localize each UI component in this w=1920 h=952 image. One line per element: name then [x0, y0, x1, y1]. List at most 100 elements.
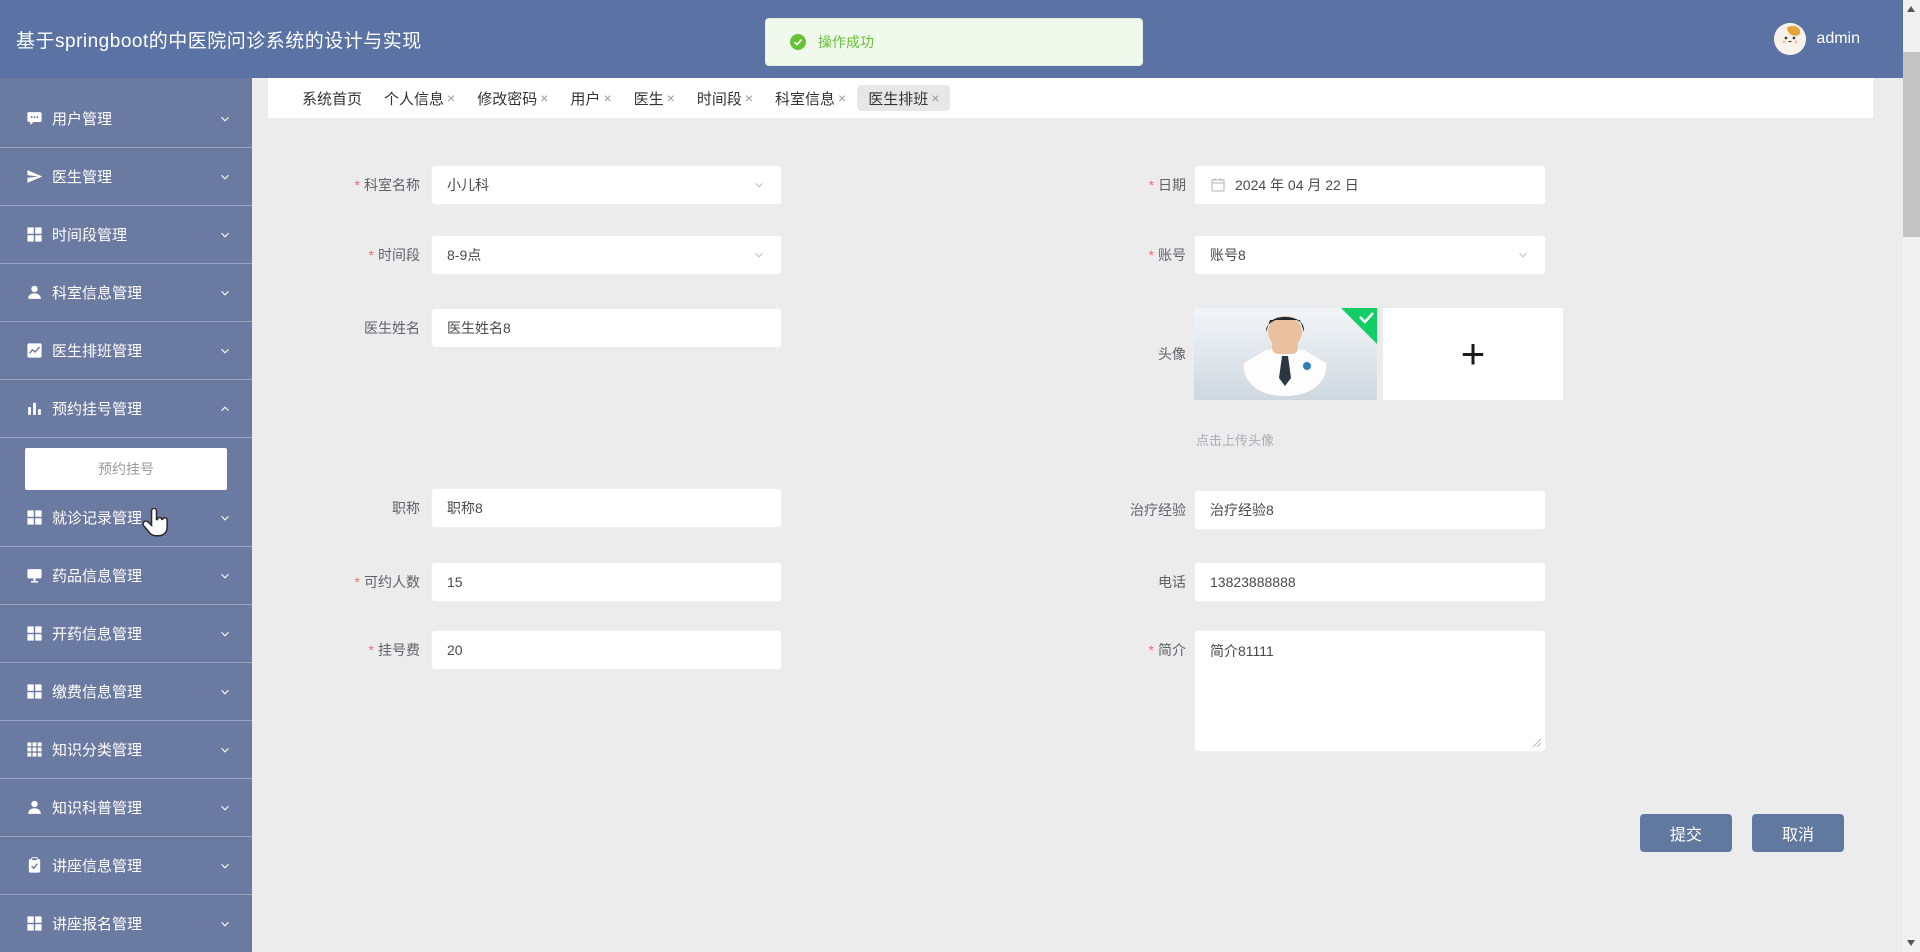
intro-textarea[interactable]: 简介81111 — [1194, 630, 1546, 752]
required-marker: * — [1148, 177, 1154, 193]
chevron-down-icon — [221, 805, 229, 811]
resize-handle-icon[interactable] — [1532, 738, 1542, 748]
chevron-down-icon — [221, 174, 229, 180]
close-icon[interactable]: × — [603, 90, 611, 106]
calendar-icon — [1211, 178, 1225, 192]
sidebar-item-drug-mgmt[interactable]: 药品信息管理 — [0, 547, 252, 605]
close-icon[interactable]: × — [745, 90, 753, 106]
sidebar-item-knowledge-category-mgmt[interactable]: 知识分类管理 — [0, 721, 252, 779]
sidebar-item-lecture-info-mgmt[interactable]: 讲座信息管理 — [0, 837, 252, 895]
sidebar-item-prescription-mgmt[interactable]: 开药信息管理 — [0, 605, 252, 663]
close-icon[interactable]: × — [931, 90, 939, 106]
phone-input[interactable] — [1194, 562, 1546, 602]
chevron-down-icon — [221, 290, 229, 296]
vertical-scrollbar[interactable] — [1903, 0, 1920, 952]
doctor-name-input[interactable] — [431, 308, 782, 348]
date-picker[interactable]: 2024 年 04 月 22 日 — [1194, 165, 1546, 205]
chevron-down-icon — [221, 573, 229, 579]
tab-change-password[interactable]: 修改密码 × — [466, 85, 559, 111]
chevron-down-icon — [1519, 252, 1527, 258]
sidebar-item-timeslot-mgmt[interactable]: 时间段管理 — [0, 206, 252, 264]
grid-icon — [27, 510, 42, 525]
success-check-icon — [790, 34, 806, 50]
avatar-label: 头像 — [1158, 346, 1186, 362]
quota-input[interactable] — [431, 562, 782, 602]
scrollbar-thumb[interactable] — [1903, 52, 1920, 237]
chevron-down-icon — [755, 182, 763, 188]
title-input[interactable] — [431, 488, 782, 528]
chevron-up-icon — [221, 405, 229, 411]
sidebar-item-dept-mgmt[interactable]: 科室信息管理 — [0, 264, 252, 322]
scroll-down-arrow-icon[interactable] — [1907, 940, 1915, 946]
required-marker: * — [368, 247, 374, 263]
grid-3x3-icon — [27, 742, 42, 757]
user-icon — [28, 285, 41, 299]
main-content: 系统首页 个人信息 × 修改密码 × 用户 × 医生 × 时间段 × 科室信息 × 医生排班… — [252, 78, 1903, 952]
sidebar-item-knowledge-popsci-mgmt[interactable]: 知识科普管理 — [0, 779, 252, 837]
fee-label: * 挂号费 — [368, 642, 420, 658]
required-marker: * — [1148, 642, 1154, 658]
account-select[interactable]: 账号8 — [1194, 235, 1546, 275]
close-icon[interactable]: × — [838, 90, 846, 106]
upload-plus-button[interactable]: + — [1383, 308, 1563, 400]
close-icon[interactable]: × — [447, 90, 455, 106]
tab-doctors[interactable]: 医生 × — [623, 85, 686, 111]
app-window: 基于springboot的中医院问诊系统的设计与实现 admin 操作成功 用户… — [0, 0, 1920, 952]
chevron-down-icon — [221, 631, 229, 637]
line-chart-icon — [27, 343, 42, 358]
avatar[interactable] — [1774, 23, 1807, 55]
account-label: * 账号 — [1148, 247, 1186, 263]
close-icon[interactable]: × — [667, 90, 675, 106]
close-icon[interactable]: × — [540, 90, 548, 106]
toast-message: 操作成功 — [818, 34, 874, 50]
tab-users[interactable]: 用户 × — [559, 85, 622, 111]
sidebar-nav: 用户管理 医生管理 时间段管理 科室信息管理 医生排班管理 预约挂号管理 预约挂… — [0, 78, 252, 952]
chat-icon — [27, 112, 42, 125]
sidebar-item-doctor-mgmt[interactable]: 医生管理 — [0, 148, 252, 206]
bar-chart-icon — [28, 402, 41, 415]
submit-button[interactable]: 提交 — [1640, 814, 1732, 852]
scroll-up-arrow-icon[interactable] — [1907, 6, 1915, 12]
tab-personal-info[interactable]: 个人信息 × — [373, 85, 466, 111]
plus-icon: + — [1460, 330, 1486, 377]
doctor-photo — [1194, 308, 1377, 400]
grid-icon — [27, 916, 42, 931]
tab-timeslot[interactable]: 时间段 × — [686, 85, 764, 111]
sidebar-item-visit-record-mgmt[interactable]: 就诊记录管理 — [0, 489, 252, 547]
experience-label: 治疗经验 — [1130, 502, 1186, 518]
timeslot-select[interactable]: 8-9点 — [431, 235, 782, 275]
grid-icon — [27, 626, 42, 641]
sidebar-subitem-appointment[interactable]: 预约挂号 — [25, 448, 227, 490]
chevron-down-icon — [221, 747, 229, 753]
chevron-down-icon — [221, 116, 229, 122]
tab-bar: 系统首页 个人信息 × 修改密码 × 用户 × 医生 × 时间段 × 科室信息 × 医生排班… — [268, 78, 1873, 118]
user-menu[interactable]: admin — [1774, 0, 1860, 78]
chevron-down-icon — [221, 515, 229, 521]
tab-doctor-schedule[interactable]: 医生排班 × — [857, 85, 951, 111]
cancel-button[interactable]: 取消 — [1752, 814, 1844, 852]
required-marker: * — [354, 574, 360, 590]
chevron-down-icon — [221, 689, 229, 695]
intro-label: * 简介 — [1148, 642, 1186, 658]
paper-plane-icon — [27, 170, 43, 183]
upload-hint-text[interactable]: 点击上传头像 — [1196, 430, 1274, 449]
sidebar-item-user-mgmt[interactable]: 用户管理 — [0, 90, 252, 148]
cat-avatar-icon — [1774, 23, 1807, 55]
sidebar-item-lecture-signup-mgmt[interactable]: 讲座报名管理 — [0, 895, 252, 952]
tab-dept-info[interactable]: 科室信息 × — [764, 85, 857, 111]
uploaded-avatar-photo[interactable] — [1194, 308, 1377, 400]
sidebar-item-appointment-mgmt[interactable]: 预约挂号管理 — [0, 380, 252, 438]
sidebar-item-payment-mgmt[interactable]: 缴费信息管理 — [0, 663, 252, 721]
required-marker: * — [1148, 247, 1154, 263]
chevron-down-icon — [221, 863, 229, 869]
sidebar-item-schedule-mgmt[interactable]: 医生排班管理 — [0, 322, 252, 380]
experience-input[interactable] — [1194, 490, 1546, 530]
username-label: admin — [1816, 30, 1860, 47]
success-toast: 操作成功 — [765, 18, 1143, 66]
dept-select[interactable]: 小儿科 — [431, 165, 782, 205]
monitor-icon — [27, 569, 42, 583]
grid-icon — [27, 684, 42, 699]
tab-home[interactable]: 系统首页 — [291, 85, 373, 111]
user-icon — [28, 800, 41, 814]
fee-input[interactable] — [431, 630, 782, 670]
